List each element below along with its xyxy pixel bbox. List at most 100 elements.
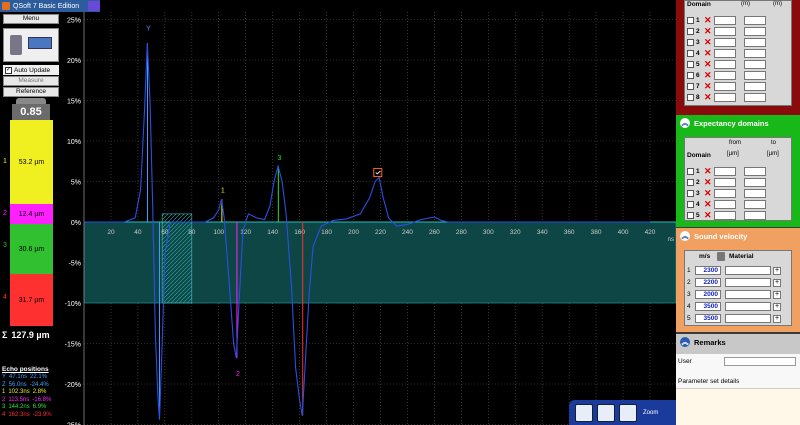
menu-button[interactable]: Menu [3, 14, 59, 24]
user-input[interactable] [724, 357, 796, 366]
value-field[interactable] [744, 48, 766, 58]
auto-update-label: Auto Update [14, 66, 51, 74]
from-field[interactable] [714, 188, 736, 198]
to-field[interactable] [744, 166, 766, 176]
value-field[interactable] [714, 92, 736, 102]
signal-chart[interactable]: 30%25%20%15%10%5%0%-5%-10%-15%-20%-25%20… [62, 12, 676, 425]
row-checkbox[interactable] [687, 16, 694, 24]
delete-icon[interactable]: ✕ [704, 60, 714, 69]
delete-icon[interactable]: ✕ [704, 178, 714, 187]
velocity-field[interactable]: 3500 [695, 302, 721, 311]
row-checkbox[interactable] [687, 200, 694, 208]
value-field[interactable] [714, 70, 736, 80]
expectancy-header[interactable]: ︽ Expectancy domains [676, 115, 800, 131]
add-icon[interactable]: + [773, 266, 781, 275]
from-field[interactable] [714, 166, 736, 176]
x-tick-label: 140 [267, 229, 278, 236]
delete-icon[interactable]: ✕ [704, 167, 714, 176]
device-image[interactable] [3, 28, 59, 62]
to-field[interactable] [744, 177, 766, 187]
row-checkbox[interactable] [687, 178, 694, 186]
from-field[interactable] [714, 199, 736, 209]
row-checkbox[interactable] [687, 38, 694, 46]
value-field[interactable] [714, 15, 736, 25]
delete-icon[interactable]: ✕ [704, 200, 714, 209]
echo-positions-header: Echo positions [2, 366, 49, 373]
reference-button[interactable]: Reference [3, 87, 59, 97]
material-field[interactable] [725, 302, 771, 311]
material-field[interactable] [725, 266, 771, 275]
delete-icon[interactable]: ✕ [704, 93, 714, 102]
echo-amp: 6.9% [32, 404, 47, 410]
zoom-reset-button[interactable] [619, 403, 637, 422]
value-field[interactable] [714, 37, 736, 47]
device-screen-icon [28, 37, 52, 49]
echo-marker-label: Y [146, 26, 151, 33]
from-field[interactable] [714, 210, 736, 220]
row-checkbox[interactable] [687, 27, 694, 35]
value-field[interactable] [714, 48, 736, 58]
value-field[interactable] [744, 26, 766, 36]
delete-icon[interactable]: ✕ [704, 38, 714, 47]
title-bar[interactable]: QSoft 7 Basic Edition [0, 0, 100, 12]
to-field[interactable] [744, 188, 766, 198]
value-field[interactable] [744, 15, 766, 25]
measure-button[interactable]: Measure [3, 76, 59, 86]
value-field[interactable] [744, 59, 766, 69]
row-checkbox[interactable] [687, 211, 694, 219]
value-field[interactable] [744, 70, 766, 80]
to-field[interactable] [744, 199, 766, 209]
velocity-field[interactable]: 3500 [695, 314, 721, 323]
delete-icon[interactable]: ✕ [704, 211, 714, 220]
delete-icon[interactable]: ✕ [704, 189, 714, 198]
add-icon[interactable]: + [773, 314, 781, 323]
material-field[interactable] [725, 278, 771, 287]
row-checkbox[interactable] [687, 167, 694, 175]
from-field[interactable] [714, 177, 736, 187]
to-field[interactable] [744, 210, 766, 220]
velocity-field[interactable]: 2200 [695, 278, 721, 287]
remarks-header[interactable]: ︽ Remarks [676, 334, 800, 350]
window-title: QSoft 7 Basic Edition [13, 2, 80, 10]
value-field[interactable] [714, 81, 736, 91]
zoom-select-button[interactable] [575, 403, 593, 422]
x-tick-label: 240 [402, 229, 413, 236]
sound-velocity-header[interactable]: ︽ Sound velocity [676, 228, 800, 244]
x-tick-label: 120 [240, 229, 251, 236]
delete-icon[interactable]: ✕ [704, 71, 714, 80]
velocity-field[interactable]: 2000 [695, 290, 721, 299]
zoom-toolbar: Zoom [569, 400, 676, 425]
velocity-field[interactable]: 2300 [695, 266, 721, 275]
row-checkbox[interactable] [687, 82, 694, 90]
add-icon[interactable]: + [773, 302, 781, 311]
layer-bar-4[interactable]: 31.7 µm [10, 274, 53, 326]
param-details-area[interactable] [676, 388, 800, 425]
delete-icon[interactable]: ✕ [704, 49, 714, 58]
value-field[interactable] [744, 81, 766, 91]
row-number: 1 [696, 16, 700, 24]
delete-icon[interactable]: ✕ [704, 27, 714, 36]
row-number: 3 [687, 291, 691, 298]
add-icon[interactable]: + [773, 278, 781, 287]
domain-row: 6 ✕ [687, 70, 774, 80]
zoom-fit-button[interactable] [597, 403, 615, 422]
row-checkbox[interactable] [687, 189, 694, 197]
delete-icon[interactable]: ✕ [704, 82, 714, 91]
row-checkbox[interactable] [687, 93, 694, 101]
auto-update-checkbox[interactable]: ✓ Auto Update [3, 65, 59, 75]
value-field[interactable] [714, 26, 736, 36]
row-checkbox[interactable] [687, 49, 694, 57]
layer-bar-2[interactable]: 12.4 µm [10, 204, 53, 224]
row-checkbox[interactable] [687, 60, 694, 68]
material-field[interactable] [725, 290, 771, 299]
row-checkbox[interactable] [687, 71, 694, 79]
material-field[interactable] [725, 314, 771, 323]
value-field[interactable] [744, 92, 766, 102]
layer-bar-1[interactable]: 53.2 µm [10, 120, 53, 204]
value-field[interactable] [714, 59, 736, 69]
material-db-icon[interactable] [717, 252, 725, 261]
layer-bar-3[interactable]: 30.6 µm [10, 224, 53, 274]
delete-icon[interactable]: ✕ [704, 16, 714, 25]
add-icon[interactable]: + [773, 290, 781, 299]
value-field[interactable] [744, 37, 766, 47]
